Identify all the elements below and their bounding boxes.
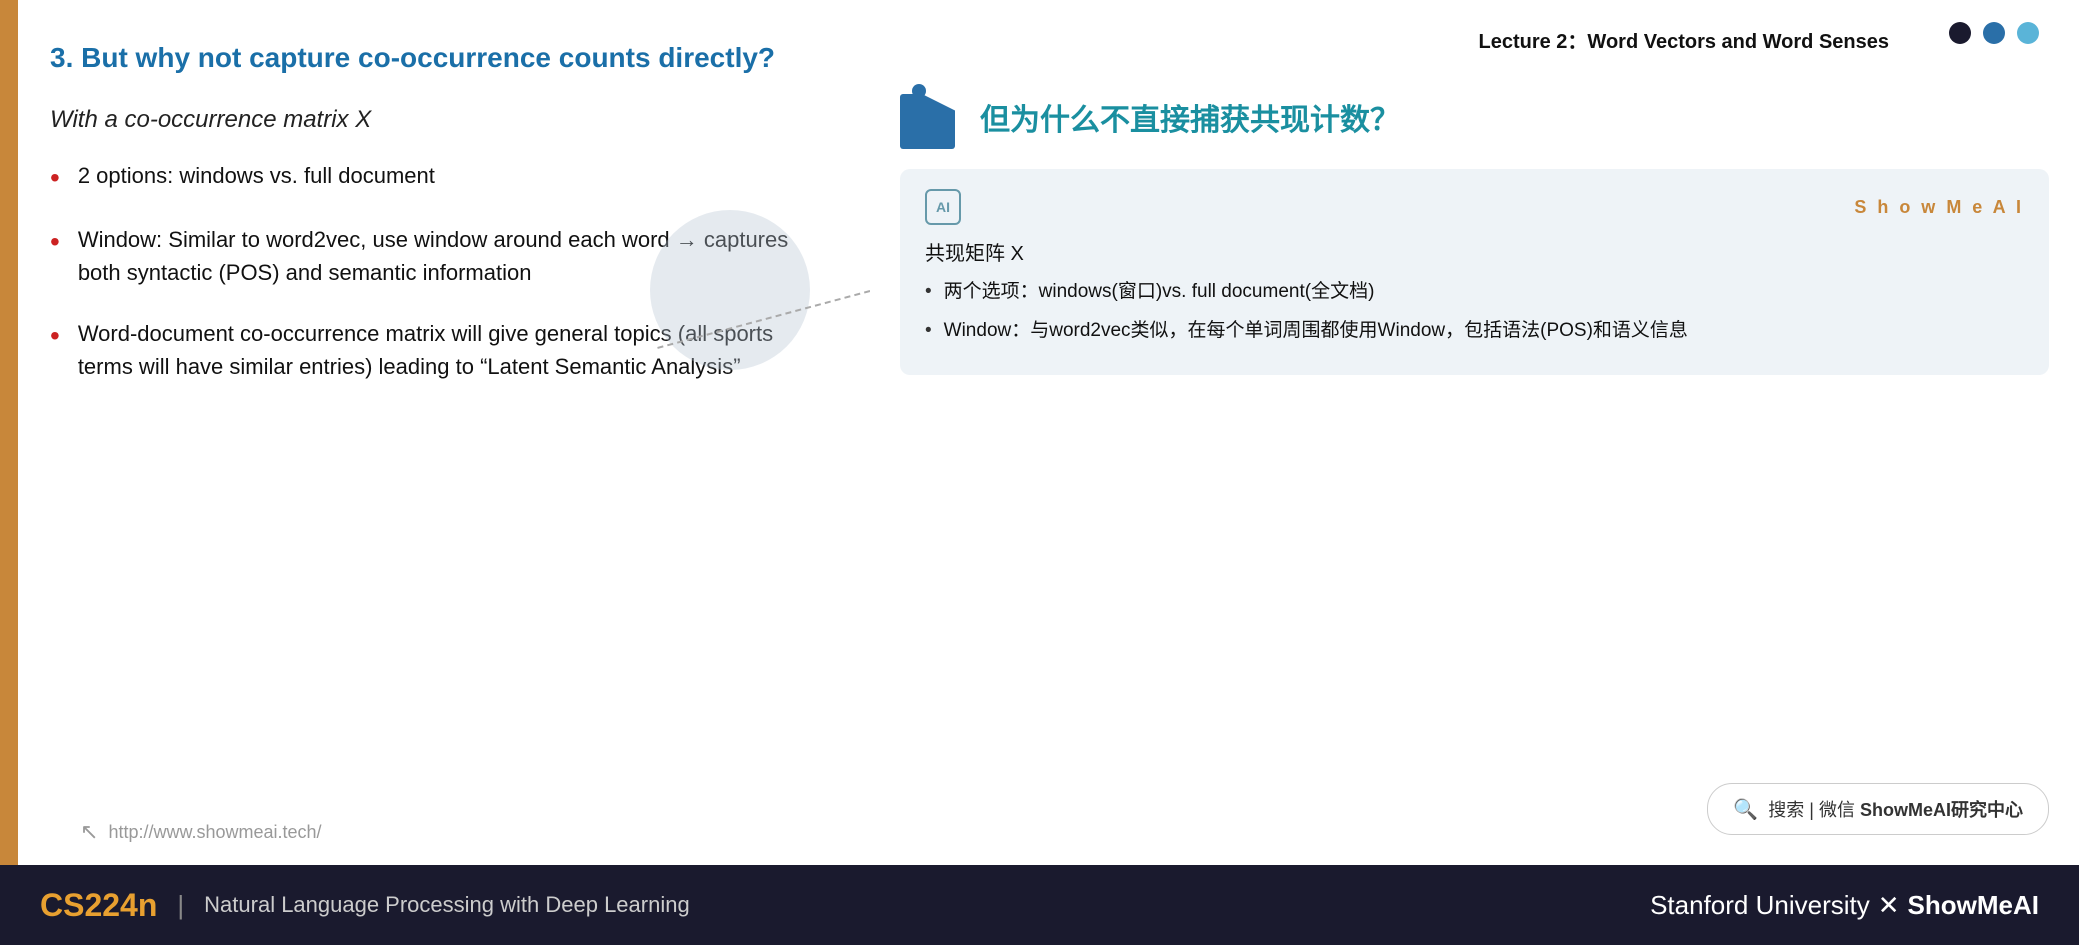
dot-1: [1949, 22, 1971, 44]
bottom-right: Stanford University ✕ ShowMeAI: [1650, 890, 2039, 921]
showmeai-text: ShowMeAI: [1908, 890, 2039, 921]
stanford-text: Stanford University: [1650, 890, 1870, 921]
dot-3: [2017, 22, 2039, 44]
bullet-dot-3: •: [50, 319, 60, 353]
footer-url: http://www.showmeai.tech/: [108, 822, 321, 843]
card-bullets: • 两个选项：windows(窗口)vs. full document(全文档)…: [925, 278, 2024, 345]
lecture-header: Lecture 2：Word Vectors and Word Senses: [1240, 10, 1919, 64]
top-dots-area: Lecture 2：Word Vectors and Word Senses: [870, 0, 2079, 64]
slide-footer: ↖ http://www.showmeai.tech/: [80, 819, 322, 845]
card-title: 共现矩阵 X: [925, 237, 2024, 266]
card-bullet-item: • Window：与word2vec类似，在每个单词周围都使用Window，包括…: [925, 317, 2024, 346]
chinese-slide-header: 但为什么不直接捕获共现计数？: [900, 84, 2049, 149]
slide-intro: With a co-occurrence matrix X: [50, 106, 830, 134]
slide-left-bar: [0, 0, 18, 865]
card-top-row: AI S h o w M e A I: [925, 189, 2024, 225]
bottom-left: CS224n | Natural Language Processing wit…: [40, 887, 690, 924]
slide-heading: 3. But why not capture co-occurrence cou…: [50, 40, 830, 76]
bullet-dot-2: •: [50, 225, 60, 259]
search-icon: 🔍: [1733, 797, 1758, 822]
bullet-dot-1: •: [50, 161, 60, 195]
dot-2: [1983, 22, 2005, 44]
card-bullet-dot-2: •: [925, 317, 932, 346]
card-bullet-dot-1: •: [925, 278, 932, 307]
course-code: CS224n: [40, 887, 157, 924]
decorative-circle: [650, 210, 810, 370]
right-panel: Lecture 2：Word Vectors and Word Senses 但…: [870, 0, 2079, 865]
shape-blue: [900, 94, 955, 149]
ai-icon: AI: [925, 189, 961, 225]
card-bullet-item: • 两个选项：windows(窗口)vs. full document(全文档): [925, 278, 2024, 307]
card-brand: S h o w M e A I: [1854, 197, 2024, 218]
search-bar[interactable]: 🔍 搜索 | 微信 ShowMeAI研究中心: [1707, 783, 2049, 835]
slide-panel: 3. But why not capture co-occurrence cou…: [0, 0, 870, 865]
separator: |: [177, 890, 184, 921]
shape-icon: [900, 84, 965, 149]
course-subtitle: Natural Language Processing with Deep Le…: [204, 892, 690, 918]
bottom-bar: CS224n | Natural Language Processing wit…: [0, 865, 2079, 945]
slide-content: 3. But why not capture co-occurrence cou…: [30, 0, 870, 865]
search-text: 搜索 | 微信 ShowMeAI研究中心: [1768, 796, 2023, 822]
cn-heading: 但为什么不直接捕获共现计数？: [980, 95, 1400, 139]
showmeai-card: AI S h o w M e A I 共现矩阵 X • 两个选项：windows…: [900, 169, 2049, 375]
cursor-icon: ↖: [80, 819, 98, 845]
chinese-slide: 但为什么不直接捕获共现计数？ AI S h o w M e A I 共现矩阵 X…: [870, 64, 2079, 865]
x-separator: ✕: [1878, 890, 1900, 921]
list-item: • 2 options: windows vs. full document: [50, 159, 830, 195]
